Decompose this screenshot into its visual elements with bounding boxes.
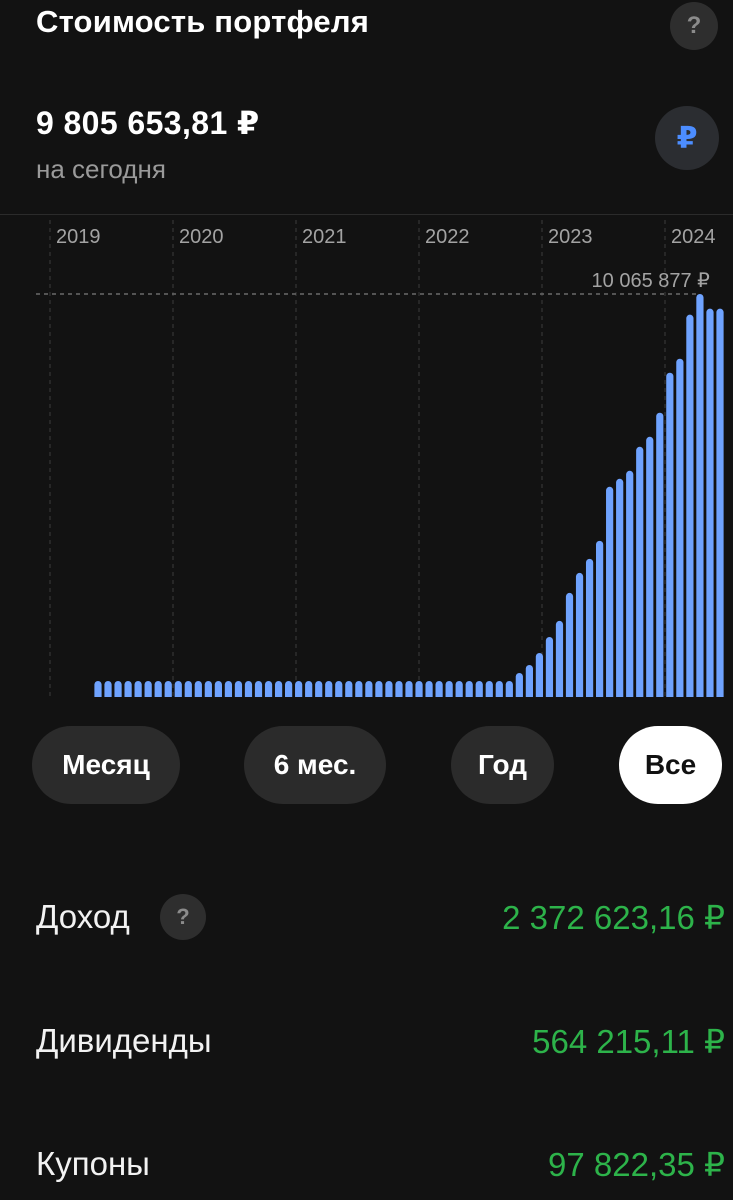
chart-bar[interactable] xyxy=(716,308,724,700)
help-icon[interactable]: ? xyxy=(670,2,718,50)
filter-all-button[interactable]: Все xyxy=(619,726,722,804)
filter-6months-button[interactable]: 6 мес. xyxy=(244,726,386,804)
currency-switch-button[interactable]: ₽ xyxy=(655,106,719,170)
chart-bar[interactable] xyxy=(535,652,544,700)
chart-bar[interactable] xyxy=(555,620,564,700)
year-tick-label: 2023 xyxy=(548,226,593,248)
income-value: 2 372 623,16 ₽ xyxy=(502,899,725,936)
chart-bar[interactable] xyxy=(636,446,644,700)
income-help-icon[interactable]: ? xyxy=(160,894,206,940)
chart-bar[interactable] xyxy=(686,314,694,700)
year-tick-label: 2019 xyxy=(56,226,101,248)
chart-bar[interactable] xyxy=(575,572,584,700)
year-tick-label: 2024 xyxy=(671,226,716,248)
chart-bar[interactable] xyxy=(596,540,604,700)
chart-bar[interactable] xyxy=(616,478,624,700)
year-tick-label: 2020 xyxy=(179,226,224,248)
chart-bar[interactable] xyxy=(676,358,684,700)
page-title: Стоимость портфеля xyxy=(36,4,370,39)
dividends-value: 564 215,11 ₽ xyxy=(532,1023,725,1060)
income-label: Доход xyxy=(36,898,130,935)
chart-bar[interactable] xyxy=(626,470,634,700)
ruble-icon: ₽ xyxy=(676,121,698,155)
filter-6months-label: 6 мес. xyxy=(273,749,357,780)
period-filter-group: Месяц 6 мес. Год Все xyxy=(0,726,733,804)
dividends-label: Дивиденды xyxy=(36,1022,212,1059)
chart-bar[interactable] xyxy=(666,372,674,700)
filter-month-label: Месяц xyxy=(62,749,150,780)
portfolio-value: 9 805 653,81 ₽ xyxy=(36,105,260,141)
coupons-row: Купоны 97 822,35 ₽ xyxy=(0,1137,733,1197)
portfolio-chart-svg: 2019 2020 2021 2022 2023 2024 10 065 877 ₽ xyxy=(0,214,733,700)
year-tick-label: 2022 xyxy=(425,226,470,248)
chart-bar[interactable] xyxy=(525,664,533,700)
year-tick-label: 2021 xyxy=(302,226,347,248)
filter-all-label: Все xyxy=(644,749,697,780)
max-value-label: 10 065 877 ₽ xyxy=(592,270,711,292)
chart-bar[interactable] xyxy=(646,436,654,700)
portfolio-value-caption: на сегодня xyxy=(36,154,166,184)
chart-bar[interactable] xyxy=(696,294,704,700)
chart-bar[interactable] xyxy=(545,636,554,700)
filter-year-label: Год xyxy=(478,749,527,780)
chart-bar[interactable] xyxy=(606,486,614,700)
chart-bottom-mask xyxy=(0,697,733,700)
chart-bar[interactable] xyxy=(515,672,523,700)
coupons-label: Купоны xyxy=(36,1145,150,1182)
filter-month-button[interactable]: Месяц xyxy=(32,726,180,804)
chart-bar[interactable] xyxy=(706,308,714,700)
income-row: Доход ? 2 372 623,16 ₽ xyxy=(0,890,733,950)
chart-bar[interactable] xyxy=(585,558,594,700)
coupons-value: 97 822,35 ₽ xyxy=(548,1146,725,1183)
filter-year-button[interactable]: Год xyxy=(451,726,554,804)
portfolio-chart[interactable]: 2019 2020 2021 2022 2023 2024 10 065 877 ₽ xyxy=(0,214,733,700)
chart-bar[interactable] xyxy=(565,592,574,700)
dividends-row: Дивиденды 564 215,11 ₽ xyxy=(0,1014,733,1074)
chart-bar[interactable] xyxy=(656,412,664,700)
